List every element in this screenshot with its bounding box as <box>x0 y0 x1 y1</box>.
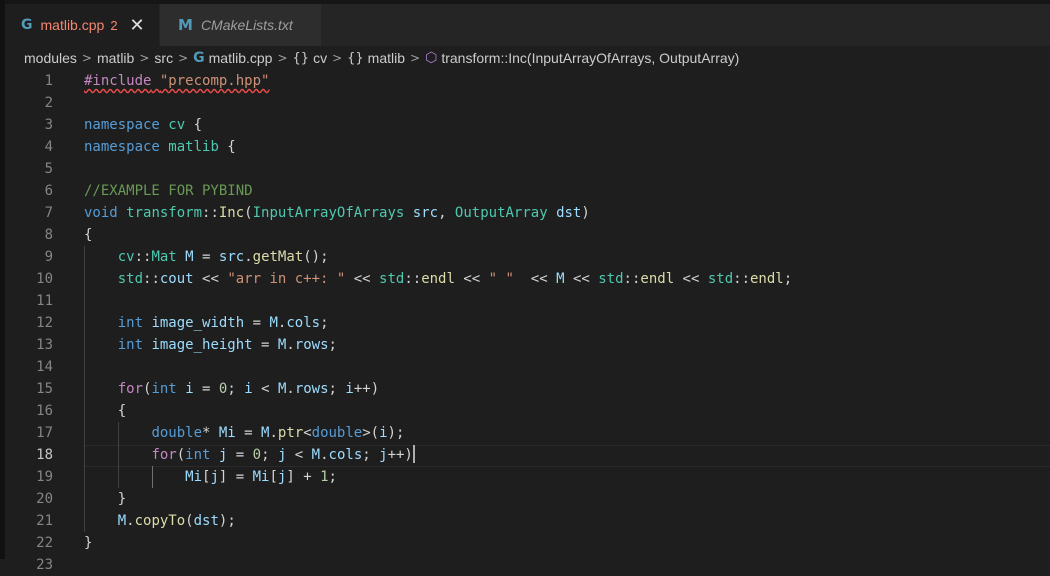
tab-cmakelists[interactable]: M CMakeLists.txt <box>159 4 321 46</box>
line-content: } <box>84 535 93 551</box>
code-line: 12 int image_width = M.cols; <box>5 312 1050 334</box>
breadcrumb-item-matlib-folder[interactable]: matlib <box>97 50 134 66</box>
line-number: 19 <box>36 469 53 485</box>
breadcrumb-item-method[interactable]: transform::Inc(InputArrayOfArrays, Outpu… <box>441 50 739 66</box>
problem-count-badge: 2 <box>110 17 118 33</box>
chevron-right-icon: > <box>139 51 150 65</box>
line-number: 7 <box>44 205 53 221</box>
line-content: namespace matlib { <box>84 139 236 155</box>
code-line: 4 namespace matlib { <box>5 136 1050 158</box>
chevron-right-icon: > <box>277 51 288 65</box>
cpp-file-icon: G <box>193 50 205 66</box>
code-line: 19 Mi[j] = Mi[j] + 1; <box>5 466 1050 488</box>
line-content: cv::Mat M = src.getMat(); <box>117 249 329 265</box>
line-number: 4 <box>44 139 53 155</box>
line-content: #include "precomp.hpp" <box>84 73 270 89</box>
line-content: double* Mi = M.ptr<double>(i); <box>151 425 405 441</box>
code-line: 22 } <box>5 532 1050 554</box>
code-line: 3 namespace cv { <box>5 114 1050 136</box>
close-icon[interactable]: ✕ <box>130 15 145 36</box>
line-content: M.copyTo(dst); <box>117 513 236 529</box>
line-content: int image_width = M.cols; <box>117 315 329 331</box>
code-line: 5 <box>5 158 1050 180</box>
line-content: Mi[j] = Mi[j] + 1; <box>185 469 337 485</box>
line-number: 16 <box>36 403 53 419</box>
line-number: 13 <box>36 337 53 353</box>
editor-window: G matlib.cpp 2 ✕ M CMakeLists.txt module… <box>0 0 1050 573</box>
code-editor[interactable]: 1 #include "precomp.hpp" 2 3 namespace c… <box>5 70 1050 573</box>
line-number: 2 <box>44 95 53 111</box>
code-line: 10 std::cout << "arr in c++: " << std::e… <box>5 268 1050 290</box>
code-line: 1 #include "precomp.hpp" <box>5 70 1050 92</box>
indent-guide <box>84 356 85 378</box>
cmake-file-icon: M <box>178 16 193 34</box>
breadcrumb-item-namespace-matlib[interactable]: matlib <box>368 50 405 66</box>
line-number: 11 <box>36 293 53 309</box>
line-number: 22 <box>36 535 53 551</box>
line-content: //EXAMPLE FOR PYBIND <box>84 183 253 199</box>
line-number: 3 <box>44 117 53 133</box>
breadcrumb-item-namespace-cv[interactable]: cv <box>313 50 327 66</box>
line-number: 23 <box>36 557 53 573</box>
line-number: 5 <box>44 161 53 177</box>
code-line: 14 <box>5 356 1050 378</box>
line-content: namespace cv { <box>84 117 203 133</box>
line-number: 12 <box>36 315 53 331</box>
chevron-right-icon: > <box>178 51 189 65</box>
code-line: 16 { <box>5 400 1050 422</box>
breadcrumb: modules > matlib > src > G matlib.cpp > … <box>5 46 1050 70</box>
line-number: 9 <box>44 249 53 265</box>
chevron-right-icon: > <box>81 51 92 65</box>
tab-matlib-cpp[interactable]: G matlib.cpp 2 ✕ <box>5 4 159 46</box>
code-line: 20 } <box>5 488 1050 510</box>
code-line: 23 <box>5 554 1050 576</box>
code-line: 17 double* Mi = M.ptr<double>(i); <box>5 422 1050 444</box>
namespace-icon: {} <box>292 50 310 66</box>
indent-guide <box>84 290 85 312</box>
method-cube-icon: ⬡ <box>425 50 438 66</box>
code-line-current: 18 for(int j = 0; j < M.cols; j++) <box>5 444 1050 467</box>
chevron-right-icon: > <box>332 51 343 65</box>
code-line: 11 <box>5 290 1050 312</box>
line-content: { <box>84 227 93 243</box>
line-number: 1 <box>44 73 53 89</box>
line-content: for(int j = 0; j < M.cols; j++) <box>151 445 415 463</box>
code-line: 13 int image_height = M.rows; <box>5 334 1050 356</box>
text-cursor <box>412 445 415 463</box>
line-content: for(int i = 0; i < M.rows; i++) <box>117 381 380 397</box>
line-content: { <box>84 403 127 419</box>
line-number: 15 <box>36 381 53 397</box>
line-number: 18 <box>36 447 53 463</box>
code-line: 8 { <box>5 224 1050 246</box>
tab-label: CMakeLists.txt <box>200 17 293 33</box>
tab-label: matlib.cpp <box>40 17 105 33</box>
code-line: 15 for(int i = 0; i < M.rows; i++) <box>5 378 1050 400</box>
code-line: 9 cv::Mat M = src.getMat(); <box>5 246 1050 268</box>
line-content: int image_height = M.rows; <box>117 337 337 353</box>
line-content: void transform::Inc(InputArrayOfArrays s… <box>84 205 590 221</box>
code-line: 21 M.copyTo(dst); <box>5 510 1050 532</box>
line-number: 21 <box>36 513 53 529</box>
line-number: 8 <box>44 227 53 243</box>
line-content: std::cout << "arr in c++: " << std::endl… <box>117 271 793 287</box>
breadcrumb-item-file[interactable]: matlib.cpp <box>209 50 273 66</box>
chevron-right-icon: > <box>410 51 421 65</box>
breadcrumb-item-src[interactable]: src <box>154 50 173 66</box>
code-line: 2 <box>5 92 1050 114</box>
line-content: } <box>84 491 127 507</box>
cpp-file-icon: G <box>21 17 33 33</box>
code-line: 7 void transform::Inc(InputArrayOfArrays… <box>5 202 1050 224</box>
tab-bar: G matlib.cpp 2 ✕ M CMakeLists.txt <box>5 0 1050 46</box>
line-number: 10 <box>36 271 53 287</box>
line-number: 14 <box>36 359 53 375</box>
namespace-icon: {} <box>347 50 364 66</box>
line-number: 6 <box>44 183 53 199</box>
code-line: 6 //EXAMPLE FOR PYBIND <box>5 180 1050 202</box>
breadcrumb-item-modules[interactable]: modules <box>24 50 77 66</box>
line-number: 20 <box>36 491 53 507</box>
line-number: 17 <box>36 425 53 441</box>
